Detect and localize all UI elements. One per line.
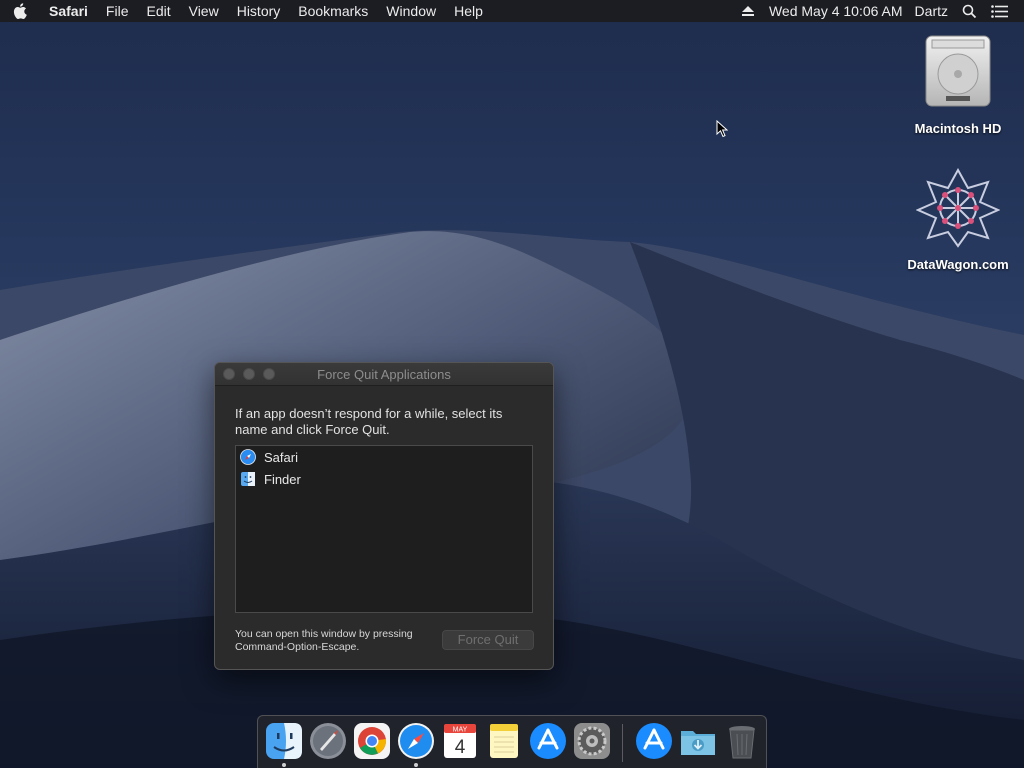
notification-center-icon: [990, 4, 1008, 18]
eject-icon: [741, 6, 754, 16]
dock-item-downloads[interactable]: [678, 721, 718, 761]
menu-edit[interactable]: Edit: [137, 0, 179, 22]
app-name: Safari: [264, 449, 298, 465]
keyboard-shortcut-hint: You can open this window by pressing Com…: [235, 628, 413, 653]
dock-item-system-preferences[interactable]: [572, 721, 612, 761]
chrome-icon: [354, 723, 390, 759]
datawagon-icon: [915, 167, 1001, 248]
dock-separator: [622, 724, 623, 762]
desktop-icon-label: Macintosh HD: [914, 121, 1002, 136]
spotlight-button[interactable]: [954, 0, 984, 22]
menu-file[interactable]: File: [97, 0, 138, 22]
running-indicator: [282, 763, 286, 767]
dock-item-calendar[interactable]: MAY 4: [440, 721, 480, 761]
notification-center-button[interactable]: [984, 0, 1014, 22]
force-quit-button[interactable]: Force Quit: [442, 630, 534, 650]
force-quit-description: If an app doesn’t respond for a while, s…: [235, 406, 503, 437]
force-quit-window: Force Quit Applications If an app doesn’…: [214, 362, 554, 670]
finder-icon: [266, 723, 302, 759]
dock-item-chrome[interactable]: [352, 721, 392, 761]
calendar-icon: MAY 4: [444, 724, 476, 758]
menu-history[interactable]: History: [228, 0, 290, 22]
launchpad-icon: [310, 723, 346, 759]
desktop-icon-datawagon[interactable]: DataWagon.com: [898, 167, 1018, 272]
apple-icon: [13, 3, 27, 19]
menubar-user[interactable]: Dartz: [909, 0, 954, 22]
menu-bookmarks[interactable]: Bookmarks: [289, 0, 377, 22]
safari-icon: [398, 723, 434, 759]
dock: MAY 4: [257, 715, 767, 768]
menu-help[interactable]: Help: [445, 0, 492, 22]
menu-view[interactable]: View: [180, 0, 228, 22]
menu-app-safari[interactable]: Safari: [40, 0, 97, 22]
menu-bar: Safari File Edit View History Bookmarks …: [0, 0, 1024, 22]
safari-icon: [240, 449, 256, 465]
close-button[interactable]: [223, 368, 235, 380]
app-list[interactable]: Safari Finder: [235, 445, 533, 613]
hard-drive-icon: [925, 35, 991, 107]
running-indicator: [414, 763, 418, 767]
menubar-clock[interactable]: Wed May 4 10:06 AM: [763, 0, 909, 22]
calendar-month: MAY: [453, 727, 468, 734]
downloads-folder-icon: [681, 731, 715, 755]
desktop-icon-label: DataWagon.com: [907, 257, 1009, 272]
menu-window[interactable]: Window: [377, 0, 445, 22]
dock-item-finder[interactable]: [264, 721, 304, 767]
finder-icon: [240, 471, 256, 487]
app-store-icon: [530, 723, 566, 759]
eject-button[interactable]: [733, 0, 763, 22]
window-titlebar[interactable]: Force Quit Applications: [215, 363, 553, 386]
spotlight-icon: [962, 4, 976, 18]
system-preferences-icon: [574, 723, 610, 759]
minimize-button[interactable]: [243, 368, 255, 380]
app-list-item-safari[interactable]: Safari: [236, 446, 532, 468]
desktop-icon-macintosh-hd[interactable]: Macintosh HD: [898, 32, 1018, 136]
app-name: Finder: [264, 471, 301, 487]
dock-item-trash[interactable]: [722, 721, 762, 761]
notes-icon: [490, 724, 518, 758]
dock-item-app-store[interactable]: [528, 721, 568, 761]
mouse-cursor-icon: [716, 119, 729, 143]
apple-menu-button[interactable]: [0, 0, 40, 22]
trash-icon: [729, 726, 755, 759]
zoom-button[interactable]: [263, 368, 275, 380]
app-store-icon: [636, 723, 672, 759]
calendar-day: 4: [455, 737, 466, 758]
dock-item-safari[interactable]: [396, 721, 436, 767]
dock-item-launchpad[interactable]: [308, 721, 348, 761]
dock-item-notes[interactable]: [484, 721, 524, 761]
dock-item-app-store-stack[interactable]: [634, 721, 674, 761]
app-list-item-finder[interactable]: Finder: [236, 468, 532, 490]
